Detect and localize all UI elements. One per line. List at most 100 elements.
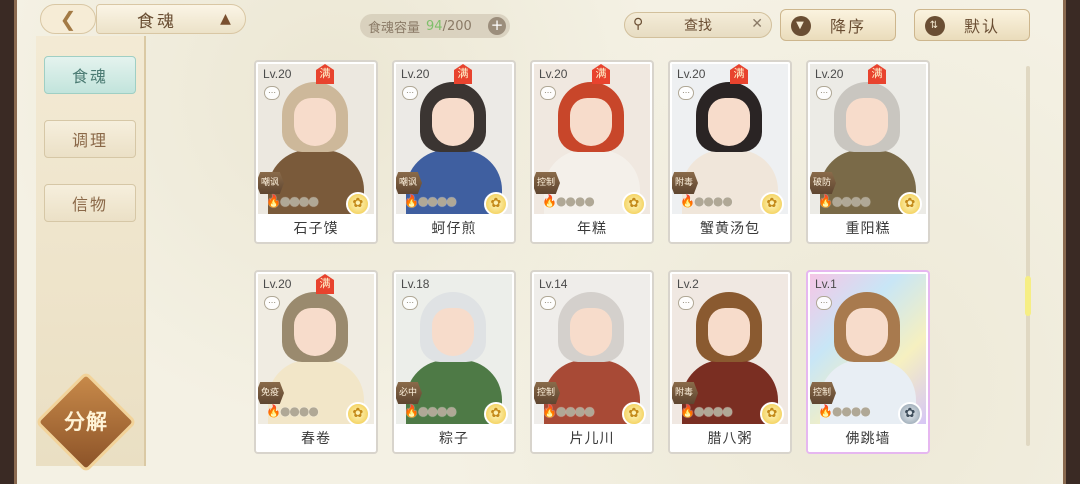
character-name: 片儿川 [532,426,652,452]
search-input[interactable]: ⚲ 查找 ✕ [624,12,772,38]
chat-bubble-icon[interactable]: ⋯ [678,296,694,310]
food-soul-card[interactable]: Lv.2 ⋯ 附毒 🔥●●●● ✿ 腊八粥 [668,270,792,454]
star-flames-icon: 🔥●●●● [266,194,319,208]
capacity-indicator: 食魂容量 94 /200 + [360,14,510,38]
search-placeholder: 查找 [684,18,712,34]
character-portrait: Lv.20 满 ⋯ 嘲讽 🔥●●●● ✿ [258,64,374,214]
character-portrait: Lv.20 满 ⋯ 附毒 🔥●●●● ✿ [672,64,788,214]
role-tag: 附毒 [672,172,698,194]
level-label: Lv.1 [815,277,837,291]
food-soul-card[interactable]: Lv.1 ⋯ 控制 🔥●●●● ✿ 佛跳墙 [806,270,930,454]
food-soul-card[interactable]: Lv.14 ⋯ 控制 🔥●●●● ✿ 片儿川 [530,270,654,454]
chat-bubble-icon[interactable]: ⋯ [678,86,694,100]
food-soul-card[interactable]: Lv.20 满 ⋯ 控制 🔥●●●● ✿ 年糕 [530,60,654,244]
chat-bubble-icon[interactable]: ⋯ [402,296,418,310]
decompose-label: 分解 [64,410,108,434]
scrollbar-thumb[interactable] [1025,276,1031,316]
character-name: 蚵仔煎 [394,216,514,242]
character-portrait: Lv.2 ⋯ 附毒 🔥●●●● ✿ [672,274,788,424]
star-flames-icon: 🔥●●●● [542,404,595,418]
character-name: 重阳糕 [808,216,928,242]
level-label: Lv.20 [263,67,292,81]
chat-bubble-icon[interactable]: ⋯ [540,86,556,100]
character-face [570,98,612,146]
level-label: Lv.20 [815,67,844,81]
character-face [432,308,474,356]
role-tag: 嘲讽 [396,172,422,194]
role-tag: 控制 [534,382,560,404]
back-arrow-icon: ❮ [59,7,77,31]
character-face [294,308,336,356]
chat-bubble-icon[interactable]: ⋯ [816,296,832,310]
sort-mode-button[interactable]: ⇅ 默认 [914,9,1030,41]
tab-tokens[interactable]: 信物 [44,184,136,222]
character-portrait: Lv.20 满 ⋯ 免疫 🔥●●●● ✿ [258,274,374,424]
max-level-badge: 满 [316,274,334,294]
chat-bubble-icon[interactable]: ⋯ [264,296,280,310]
character-portrait: Lv.18 ⋯ 必中 🔥●●●● ✿ [396,274,512,424]
flower-seal-icon: ✿ [898,192,922,214]
character-portrait: Lv.20 满 ⋯ 控制 🔥●●●● ✿ [534,64,650,214]
chevron-down-icon: ▼ [791,16,811,36]
max-level-badge: 满 [730,64,748,84]
character-face [432,98,474,146]
crown-icon[interactable]: ▲ [217,11,237,27]
character-name: 蟹黄汤包 [670,216,790,242]
capacity-current: 94 [426,18,443,34]
character-portrait: Lv.20 满 ⋯ 嘲讽 🔥●●●● ✿ [396,64,512,214]
swap-icon: ⇅ [925,16,945,36]
food-soul-card[interactable]: Lv.20 满 ⋯ 嘲讽 🔥●●●● ✿ 石子馍 [254,60,378,244]
level-label: Lv.14 [539,277,568,291]
character-face [294,98,336,146]
flower-seal-icon: ✿ [898,402,922,424]
character-name: 春卷 [256,426,376,452]
character-face [570,308,612,356]
character-face [708,308,750,356]
tab-label: 食魂 [71,67,108,86]
role-tag: 控制 [810,382,836,404]
character-face [846,98,888,146]
capacity-label: 食魂容量 [368,20,421,36]
max-level-badge: 满 [868,64,886,84]
food-soul-card[interactable]: Lv.20 满 ⋯ 嘲讽 🔥●●●● ✿ 蚵仔煎 [392,60,516,244]
chat-bubble-icon[interactable]: ⋯ [264,86,280,100]
food-soul-card[interactable]: Lv.18 ⋯ 必中 🔥●●●● ✿ 粽子 [392,270,516,454]
flower-seal-icon: ✿ [622,402,646,424]
close-icon[interactable]: ✕ [751,16,763,32]
character-name: 年糕 [532,216,652,242]
character-name: 粽子 [394,426,514,452]
sort-order-button[interactable]: ▼ 降序 [780,9,896,41]
level-label: Lv.20 [539,67,568,81]
sort-order-label: 降序 [829,17,866,36]
sort-mode-label: 默认 [963,17,1000,36]
chat-bubble-icon[interactable]: ⋯ [402,86,418,100]
food-soul-card[interactable]: Lv.20 满 ⋯ 附毒 🔥●●●● ✿ 蟹黄汤包 [668,60,792,244]
max-level-badge: 满 [592,64,610,84]
level-label: Lv.20 [677,67,706,81]
flower-seal-icon: ✿ [484,192,508,214]
character-portrait: Lv.20 满 ⋯ 破防 🔥●●●● ✿ [810,64,926,214]
character-portrait: Lv.1 ⋯ 控制 🔥●●●● ✿ [810,274,926,424]
food-soul-card[interactable]: Lv.20 满 ⋯ 破防 🔥●●●● ✿ 重阳糕 [806,60,930,244]
back-button[interactable]: ❮ [40,4,96,34]
role-tag: 免疫 [258,382,284,404]
page-title-text: 食魂 [137,11,177,32]
star-flames-icon: 🔥●●●● [542,194,595,208]
capacity-total: /200 [442,18,472,34]
max-level-badge: 满 [454,64,472,84]
character-portrait: Lv.14 ⋯ 控制 🔥●●●● ✿ [534,274,650,424]
food-soul-card[interactable]: Lv.20 满 ⋯ 免疫 🔥●●●● ✿ 春卷 [254,270,378,454]
star-flames-icon: 🔥●●●● [818,194,871,208]
star-flames-icon: 🔥●●●● [404,194,457,208]
role-tag: 嘲讽 [258,172,284,194]
chat-bubble-icon[interactable]: ⋯ [816,86,832,100]
add-capacity-button[interactable]: + [488,17,506,35]
tab-food-souls[interactable]: 食魂 [44,56,136,94]
star-flames-icon: 🔥●●●● [680,404,733,418]
chat-bubble-icon[interactable]: ⋯ [540,296,556,310]
star-flames-icon: 🔥●●●● [680,194,733,208]
max-level-badge: 满 [316,64,334,84]
character-name: 佛跳墙 [808,426,928,452]
scrollbar-track[interactable] [1026,66,1030,446]
tab-conditioning[interactable]: 调理 [44,120,136,158]
